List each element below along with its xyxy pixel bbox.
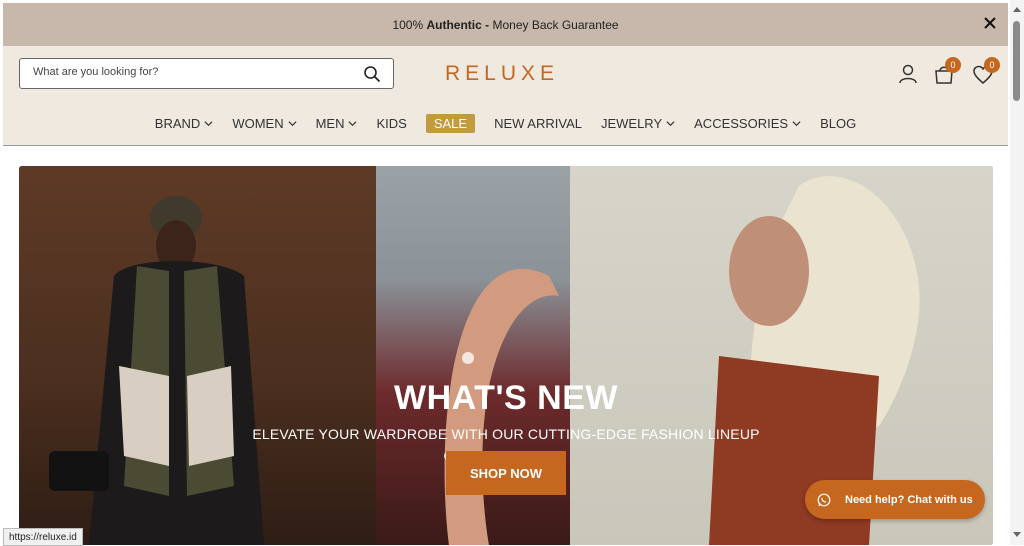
nav-item-kids[interactable]: KIDS <box>376 116 406 131</box>
wishlist-count-badge: 0 <box>984 57 1000 73</box>
user-icon[interactable] <box>897 63 919 85</box>
whatsapp-icon <box>817 493 831 506</box>
nav-item-blog[interactable]: BLOG <box>820 116 856 131</box>
nav-item-accessories[interactable]: ACCESSORIES <box>694 116 801 131</box>
chevron-down-icon <box>288 121 297 127</box>
scroll-down-icon[interactable] <box>1013 532 1021 538</box>
search-icon[interactable] <box>363 65 381 83</box>
chevron-down-icon <box>792 121 801 127</box>
site-header: RELUXE 0 0 <box>3 46 1008 102</box>
scroll-up-icon[interactable] <box>1013 6 1021 12</box>
chat-label: Need help? Chat with us <box>845 493 973 506</box>
chevron-down-icon <box>666 121 675 127</box>
nav-item-jewelry[interactable]: JEWELRY <box>601 116 675 131</box>
nav-item-brand[interactable]: BRAND <box>155 116 214 131</box>
chevron-down-icon <box>348 121 357 127</box>
shop-now-button[interactable]: SHOP NOW <box>446 451 566 495</box>
site-logo[interactable]: RELUXE <box>445 62 559 86</box>
close-icon[interactable] <box>982 15 998 31</box>
scrollbar-thumb[interactable] <box>1013 21 1020 101</box>
nav-item-men[interactable]: MEN <box>316 116 358 131</box>
main-nav: BRAND WOMEN MEN KIDS SALE NEW ARRIVAL JE… <box>3 102 1008 146</box>
search-input[interactable] <box>31 65 355 79</box>
vertical-scrollbar[interactable] <box>1010 0 1024 545</box>
chat-widget-button[interactable]: Need help? Chat with us <box>805 480 985 519</box>
hero-title: WHAT'S NEW <box>394 379 618 417</box>
status-bar-url: https://reluxe.id <box>3 528 83 546</box>
nav-item-new-arrival[interactable]: NEW ARRIVAL <box>494 116 582 131</box>
chevron-down-icon <box>204 121 213 127</box>
nav-item-women[interactable]: WOMEN <box>232 116 297 131</box>
search-box[interactable] <box>19 58 394 89</box>
announcement-bar: 100% Authentic - Money Back Guarantee <box>3 3 1008 46</box>
announcement-text: 100% Authentic - Money Back Guarantee <box>392 17 619 32</box>
cart-count-badge: 0 <box>945 57 961 73</box>
nav-item-sale[interactable]: SALE <box>425 114 476 133</box>
hero-subtitle: ELEVATE YOUR WARDROBE WITH OUR CUTTING-E… <box>252 426 760 442</box>
